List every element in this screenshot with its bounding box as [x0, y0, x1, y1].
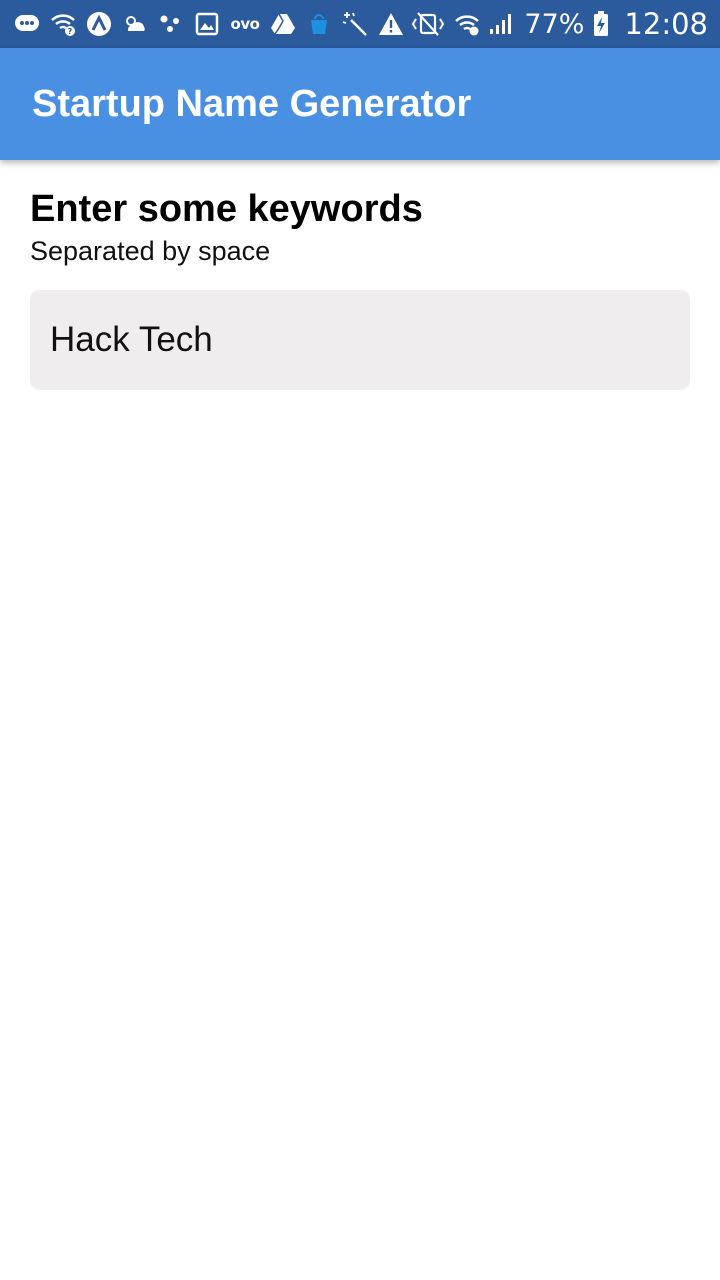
system-status: 77% 12:08 [410, 7, 708, 41]
clock: 12:08 [624, 7, 708, 41]
vibrate-mute-icon [410, 11, 446, 37]
form-heading: Enter some keywords [30, 188, 423, 230]
signal-icon [488, 11, 514, 37]
battery-charging-icon [592, 11, 610, 37]
form-subheading: Separated by space [30, 236, 271, 266]
warning-icon [378, 11, 404, 37]
image-icon [194, 11, 220, 37]
battery-percent: 77% [524, 8, 585, 40]
drive-icon [270, 11, 296, 37]
app-bar: Startup Name Generator [0, 48, 720, 160]
ovo-icon: ovo [230, 11, 260, 37]
keywords-field[interactable] [30, 290, 690, 390]
notification-icons: ? ovo [14, 11, 410, 37]
magic-wand-icon [342, 11, 368, 37]
message-icon [14, 11, 40, 37]
dots-icon [158, 11, 184, 37]
status-bar: ? ovo 77% 12:08 [0, 0, 720, 48]
keywords-input[interactable] [50, 320, 670, 360]
svg-text:?: ? [68, 27, 73, 36]
keyword-form: Enter some keywords Separated by space [30, 186, 690, 390]
cloudy-sun-icon [122, 11, 148, 37]
ovo-label: ovo [230, 15, 260, 33]
arrow-up-circle-icon [86, 11, 112, 37]
wifi-question-icon: ? [50, 11, 76, 37]
bag-icon [306, 11, 332, 37]
wifi-icon [454, 11, 480, 37]
app-title: Startup Name Generator [32, 82, 472, 125]
